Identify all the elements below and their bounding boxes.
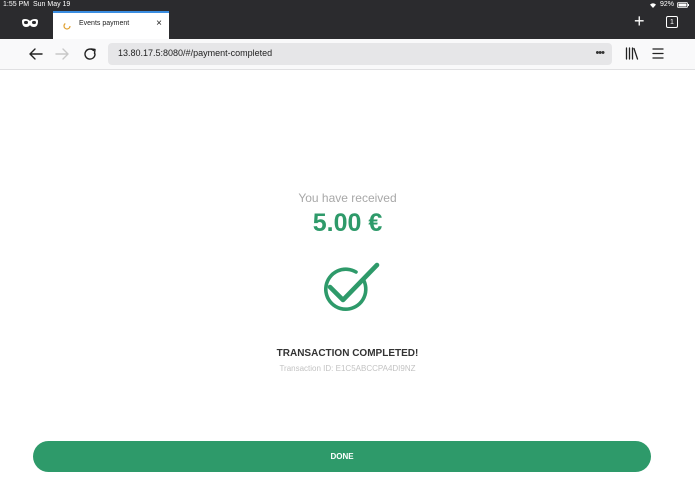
- navigation-bar: 13.80.17.5:8080/#/payment-completed •••: [0, 39, 695, 70]
- status-date: Sun May 19: [32, 1, 71, 8]
- wifi-icon: [649, 3, 656, 8]
- new-tab-plus-icon[interactable]: +: [634, 12, 648, 30]
- status-time: 1:55 PM: [3, 1, 30, 8]
- loading-favicon-icon: [63, 22, 71, 30]
- tab-close-icon[interactable]: ×: [156, 18, 162, 30]
- status-bar: 1:55 PM Sun May 19 92%: [0, 0, 695, 10]
- received-amount: 5.00 €: [312, 209, 383, 237]
- reload-icon[interactable]: [81, 45, 99, 63]
- done-button[interactable]: DONE: [33, 441, 651, 472]
- battery-icon: [677, 2, 689, 8]
- status-time-date: 1:55 PM Sun May 19: [3, 0, 70, 10]
- tab-title: Events payment: [79, 20, 130, 27]
- hamburger-menu-icon[interactable]: [652, 47, 664, 60]
- transaction-id-line: Transaction ID: E1C5ABCCPA4DI9NZ: [0, 364, 695, 373]
- battery-percent: 92%: [659, 1, 674, 8]
- tab-strip: Events payment × + 1: [0, 10, 695, 39]
- status-indicators: 92%: [649, 0, 689, 10]
- private-mask-icon[interactable]: [21, 18, 39, 30]
- received-label: You have received: [298, 191, 397, 205]
- transaction-id-label: Transaction ID:: [279, 364, 334, 373]
- url-text[interactable]: 13.80.17.5:8080/#/payment-completed: [118, 48, 272, 58]
- url-bar[interactable]: 13.80.17.5:8080/#/payment-completed •••: [108, 43, 612, 65]
- tab-events-payment[interactable]: Events payment ×: [53, 11, 169, 39]
- transaction-id-value: E1C5ABCCPA4DI9NZ: [335, 364, 416, 373]
- check-circle-icon: [324, 262, 380, 311]
- forward-arrow-icon[interactable]: [53, 45, 71, 63]
- back-arrow-icon[interactable]: [27, 45, 45, 63]
- tab-count-button[interactable]: 1: [666, 16, 678, 28]
- page-actions-ellipsis-icon[interactable]: •••: [595, 46, 605, 60]
- library-icon[interactable]: [625, 47, 639, 60]
- transaction-completed-title: TRANSACTION COMPLETED!: [276, 348, 419, 359]
